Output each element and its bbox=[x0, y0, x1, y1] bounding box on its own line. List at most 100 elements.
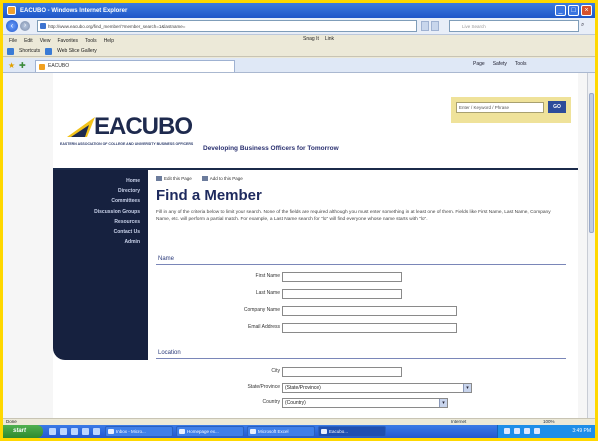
page-edit-links: Edit this Page Add to this Page bbox=[156, 176, 243, 182]
menu-file[interactable]: File bbox=[9, 38, 17, 44]
nav-item-committees[interactable]: Committees bbox=[53, 196, 148, 206]
task-icon bbox=[108, 429, 114, 434]
window-titlebar: EACUBO - Windows Internet Explorer _ □ × bbox=[3, 3, 595, 18]
search-icon[interactable]: ⌕ bbox=[581, 22, 591, 30]
menu-edit[interactable]: Edit bbox=[24, 38, 33, 44]
first-name-input[interactable] bbox=[282, 272, 402, 282]
screenshot-frame: EACUBO - Windows Internet Explorer _ □ ×… bbox=[3, 3, 595, 438]
menu-bar: File Edit View Favorites Tools Help Snag… bbox=[3, 35, 595, 46]
task-button[interactable]: Microsoft Excel bbox=[247, 426, 315, 437]
add-favorites-icon[interactable]: ✚ bbox=[19, 61, 26, 70]
address-bar[interactable]: http://www.eacubo.org/find_member/?membe… bbox=[37, 20, 417, 32]
country-select[interactable]: (Country) ▾ bbox=[282, 398, 448, 408]
company-name-input[interactable] bbox=[282, 306, 457, 316]
snagit-button[interactable]: Snag It bbox=[303, 36, 319, 42]
city-row: City bbox=[156, 366, 566, 378]
add-icon bbox=[201, 176, 208, 182]
task-icon bbox=[321, 429, 327, 434]
city-input[interactable] bbox=[282, 367, 402, 377]
tray-icon[interactable] bbox=[504, 428, 510, 434]
tray-icon[interactable] bbox=[514, 428, 520, 434]
site-logo[interactable]: EACUBO bbox=[94, 113, 193, 141]
site-tagline: Developing Business Officers for Tomorro… bbox=[203, 145, 339, 152]
taskbar-tasks: Inbox - Micro... Homepage ex... Microsof… bbox=[105, 426, 386, 437]
main-content: Edit this Page Add to this Page Find a M… bbox=[156, 174, 571, 418]
task-button-active[interactable]: Eacubo... bbox=[318, 426, 386, 437]
quick-launch-icon[interactable] bbox=[49, 428, 56, 435]
logo-subtitle: EASTERN ASSOCIATION OF COLLEGE AND UNIVE… bbox=[60, 142, 194, 146]
maximize-button[interactable]: □ bbox=[568, 5, 579, 16]
command-bar: Page Safety Tools bbox=[473, 61, 527, 67]
menu-favorites[interactable]: Favorites bbox=[57, 38, 78, 44]
address-row: ‹ › http://www.eacubo.org/find_member/?m… bbox=[3, 18, 595, 35]
city-label: City bbox=[271, 368, 280, 374]
address-url: http://www.eacubo.org/find_member/?membe… bbox=[48, 24, 186, 29]
browser-search-input[interactable]: Live Search bbox=[449, 20, 579, 32]
section-name-label: Name bbox=[158, 256, 175, 262]
clock: 3:49 PM bbox=[572, 428, 591, 434]
nav-item-directory[interactable]: Directory bbox=[53, 186, 148, 196]
page-icon bbox=[40, 23, 46, 29]
country-select-value: (Country) bbox=[285, 400, 306, 406]
page-menu-button[interactable]: Page bbox=[473, 61, 485, 67]
last-name-input[interactable] bbox=[282, 289, 402, 299]
system-tray: 3:49 PM bbox=[497, 425, 595, 438]
email-input[interactable] bbox=[282, 323, 457, 333]
edit-icon bbox=[156, 176, 162, 182]
quick-launch bbox=[49, 428, 100, 435]
close-button[interactable]: × bbox=[581, 5, 592, 16]
nav-item-admin[interactable]: Admin bbox=[53, 237, 148, 247]
company-name-row: Company Name bbox=[156, 305, 566, 317]
state-label: State/Province bbox=[247, 384, 280, 390]
menu-view[interactable]: View bbox=[40, 38, 51, 44]
stop-button[interactable] bbox=[431, 21, 439, 31]
scrollbar-thumb[interactable] bbox=[589, 93, 594, 233]
task-label: Homepage ex... bbox=[187, 429, 219, 434]
tab-eacubo[interactable]: EACUBO bbox=[35, 60, 235, 72]
first-name-row: First Name bbox=[156, 271, 566, 283]
minimize-button[interactable]: _ bbox=[555, 5, 566, 16]
refresh-button[interactable] bbox=[421, 21, 429, 31]
link-button[interactable]: Link bbox=[325, 36, 334, 42]
task-button[interactable]: Homepage ex... bbox=[176, 426, 244, 437]
task-label: Microsoft Excel bbox=[258, 429, 289, 434]
quick-launch-icon[interactable] bbox=[71, 428, 78, 435]
favorites-star-icon[interactable]: ★ bbox=[8, 61, 15, 70]
email-label: Email Address bbox=[248, 324, 280, 330]
safety-menu-button[interactable]: Safety bbox=[493, 61, 507, 67]
edit-page-link[interactable]: Edit this Page bbox=[156, 176, 192, 182]
quick-launch-icon[interactable] bbox=[60, 428, 67, 435]
menu-extras: Snag It Link bbox=[303, 36, 334, 42]
quick-search-go-button[interactable]: GO bbox=[548, 101, 566, 113]
back-button[interactable]: ‹ bbox=[6, 20, 18, 32]
quick-launch-icon[interactable] bbox=[82, 428, 89, 435]
vertical-scrollbar[interactable] bbox=[587, 73, 595, 418]
nav-item-contact-us[interactable]: Contact Us bbox=[53, 227, 148, 237]
status-bar: Done Internet 100% bbox=[3, 418, 595, 425]
window-title: EACUBO - Windows Internet Explorer bbox=[20, 7, 128, 14]
tab-favicon-icon bbox=[39, 64, 45, 70]
company-name-label: Company Name bbox=[243, 307, 280, 313]
menu-tools[interactable]: Tools bbox=[85, 38, 97, 44]
task-button[interactable]: Inbox - Micro... bbox=[105, 426, 173, 437]
forward-button[interactable]: › bbox=[20, 21, 30, 31]
site-header: EACUBO EASTERN ASSOCIATION OF COLLEGE AN… bbox=[53, 73, 578, 170]
add-page-link[interactable]: Add to this Page bbox=[201, 176, 243, 182]
quick-search-input[interactable]: Enter / Keyword / Phrase bbox=[456, 102, 544, 113]
start-button[interactable]: start bbox=[3, 425, 43, 438]
tray-icon[interactable] bbox=[534, 428, 540, 434]
state-select[interactable]: (State/Province) ▾ bbox=[282, 383, 472, 393]
nav-item-discussion-groups[interactable]: Discussion Groups bbox=[53, 207, 148, 217]
nav-item-home[interactable]: Home bbox=[53, 176, 148, 186]
chevron-down-icon: ▾ bbox=[439, 399, 447, 407]
last-name-label: Last Name bbox=[255, 290, 280, 296]
links-item-web-slice[interactable]: Web Slice Gallery bbox=[57, 48, 97, 54]
tray-icon[interactable] bbox=[524, 428, 530, 434]
nav-item-resources[interactable]: Resources bbox=[53, 217, 148, 227]
tools-menu-button[interactable]: Tools bbox=[515, 61, 527, 67]
menu-help[interactable]: Help bbox=[104, 38, 114, 44]
links-item-shortcuts[interactable]: Shortcuts bbox=[19, 48, 40, 54]
quick-launch-icon[interactable] bbox=[93, 428, 100, 435]
chevron-down-icon: ▾ bbox=[463, 384, 471, 392]
state-row: State/Province (State/Province) ▾ bbox=[156, 382, 566, 394]
